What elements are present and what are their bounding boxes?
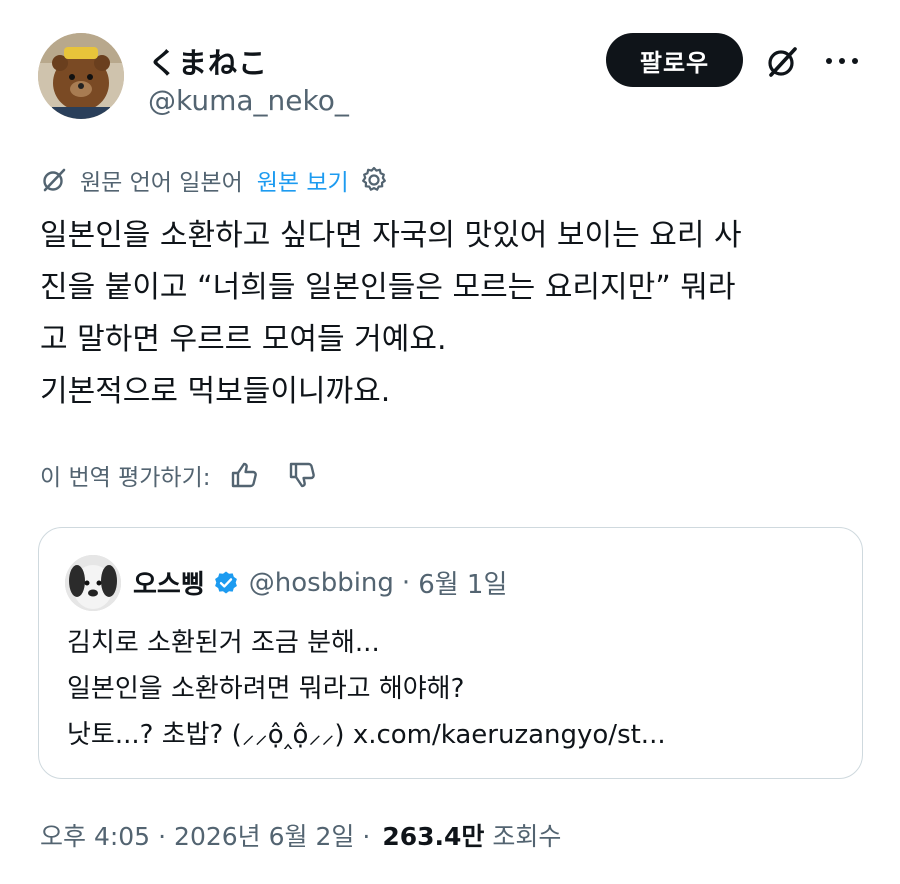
source-language-label: 원문 언어 일본어 <box>80 170 243 196</box>
tweet-meta: 오후 4:05 · 2026년 6월 2일 · 263.4만 조회수 <box>40 817 561 853</box>
quoted-avatar[interactable] <box>65 555 121 611</box>
more-icon[interactable] <box>820 44 864 78</box>
quoted-emoticon: ⸝⸝ộ‸ộ⸝⸝ <box>241 720 335 750</box>
quoted-date[interactable]: 6월 1일 <box>418 564 507 601</box>
tweet-date[interactable]: 2026년 6월 2일 <box>174 817 354 853</box>
show-original-link[interactable]: 원본 보기 <box>257 163 349 197</box>
meta-separator: · <box>362 822 371 851</box>
translation-info-row: 원문 언어 일본어 원본 보기 <box>40 162 389 198</box>
grok-icon[interactable] <box>760 40 804 84</box>
tweet-text-line: 진을 붙이고 “너희들 일본인들은 모르는 요리지만” 뭐라 <box>40 270 736 305</box>
view-count-label: 조회수 <box>492 822 562 851</box>
meta-separator: · <box>158 822 167 851</box>
quoted-text-fragment: 낫토...? 초밥? ( <box>67 720 242 750</box>
quoted-emoticon-close: ) <box>334 720 345 750</box>
author-handle[interactable]: @kuma_neko_ <box>148 84 349 117</box>
rate-translation-label: 이 번역 평가하기: <box>40 465 211 491</box>
gear-icon[interactable] <box>359 165 389 195</box>
quoted-link[interactable]: x.com/kaeruzangyo/st... <box>353 720 666 750</box>
tweet-text-line: 기본적으로 먹보들이니까요. <box>40 374 391 409</box>
grok-translate-icon <box>40 166 68 194</box>
quoted-handle[interactable]: @hosbbing <box>249 568 394 598</box>
quoted-display-name[interactable]: 오스삥 <box>133 564 205 601</box>
quoted-text-line: 일본인을 소환하려면 뭐라고 해야해? <box>67 674 465 704</box>
quoted-text: 김치로 소환된거 조금 분해... 일본인을 소환하려면 뭐라고 해야해? 낫토… <box>67 620 666 758</box>
rate-translation-row: 이 번역 평가하기: <box>40 455 319 495</box>
thumbs-up-icon[interactable] <box>229 459 261 491</box>
thumbs-down-icon[interactable] <box>287 459 319 491</box>
quoted-text-line: 김치로 소환된거 조금 분해... <box>67 628 380 658</box>
follow-button[interactable]: 팔로우 <box>606 33 743 87</box>
quoted-header: 오스삥 @hosbbing · 6월 1일 <box>133 564 507 601</box>
verified-badge-icon <box>213 570 239 596</box>
tweet-text-line: 일본인을 소환하고 싶다면 자국의 맛있어 보이는 요리 사 <box>40 218 742 253</box>
author-display-name[interactable]: くまねこ <box>148 40 268 82</box>
quoted-tweet[interactable]: 오스삥 @hosbbing · 6월 1일 김치로 소환된거 조금 분해... … <box>38 527 863 779</box>
view-count[interactable]: 263.4만 <box>382 817 484 853</box>
tweet-text-line: 고 말하면 우르르 모여들 거예요. <box>40 322 447 357</box>
avatar[interactable] <box>38 33 124 119</box>
quoted-text-line: 낫토...? 초밥? (⸝⸝ộ‸ộ⸝⸝) x.com/kaeruzangyo/s… <box>67 712 666 758</box>
tweet-text: 일본인을 소환하고 싶다면 자국의 맛있어 보이는 요리 사 진을 붙이고 “너… <box>40 210 870 418</box>
tweet-time[interactable]: 오후 4:05 <box>40 817 150 853</box>
quoted-separator: · <box>401 567 411 598</box>
